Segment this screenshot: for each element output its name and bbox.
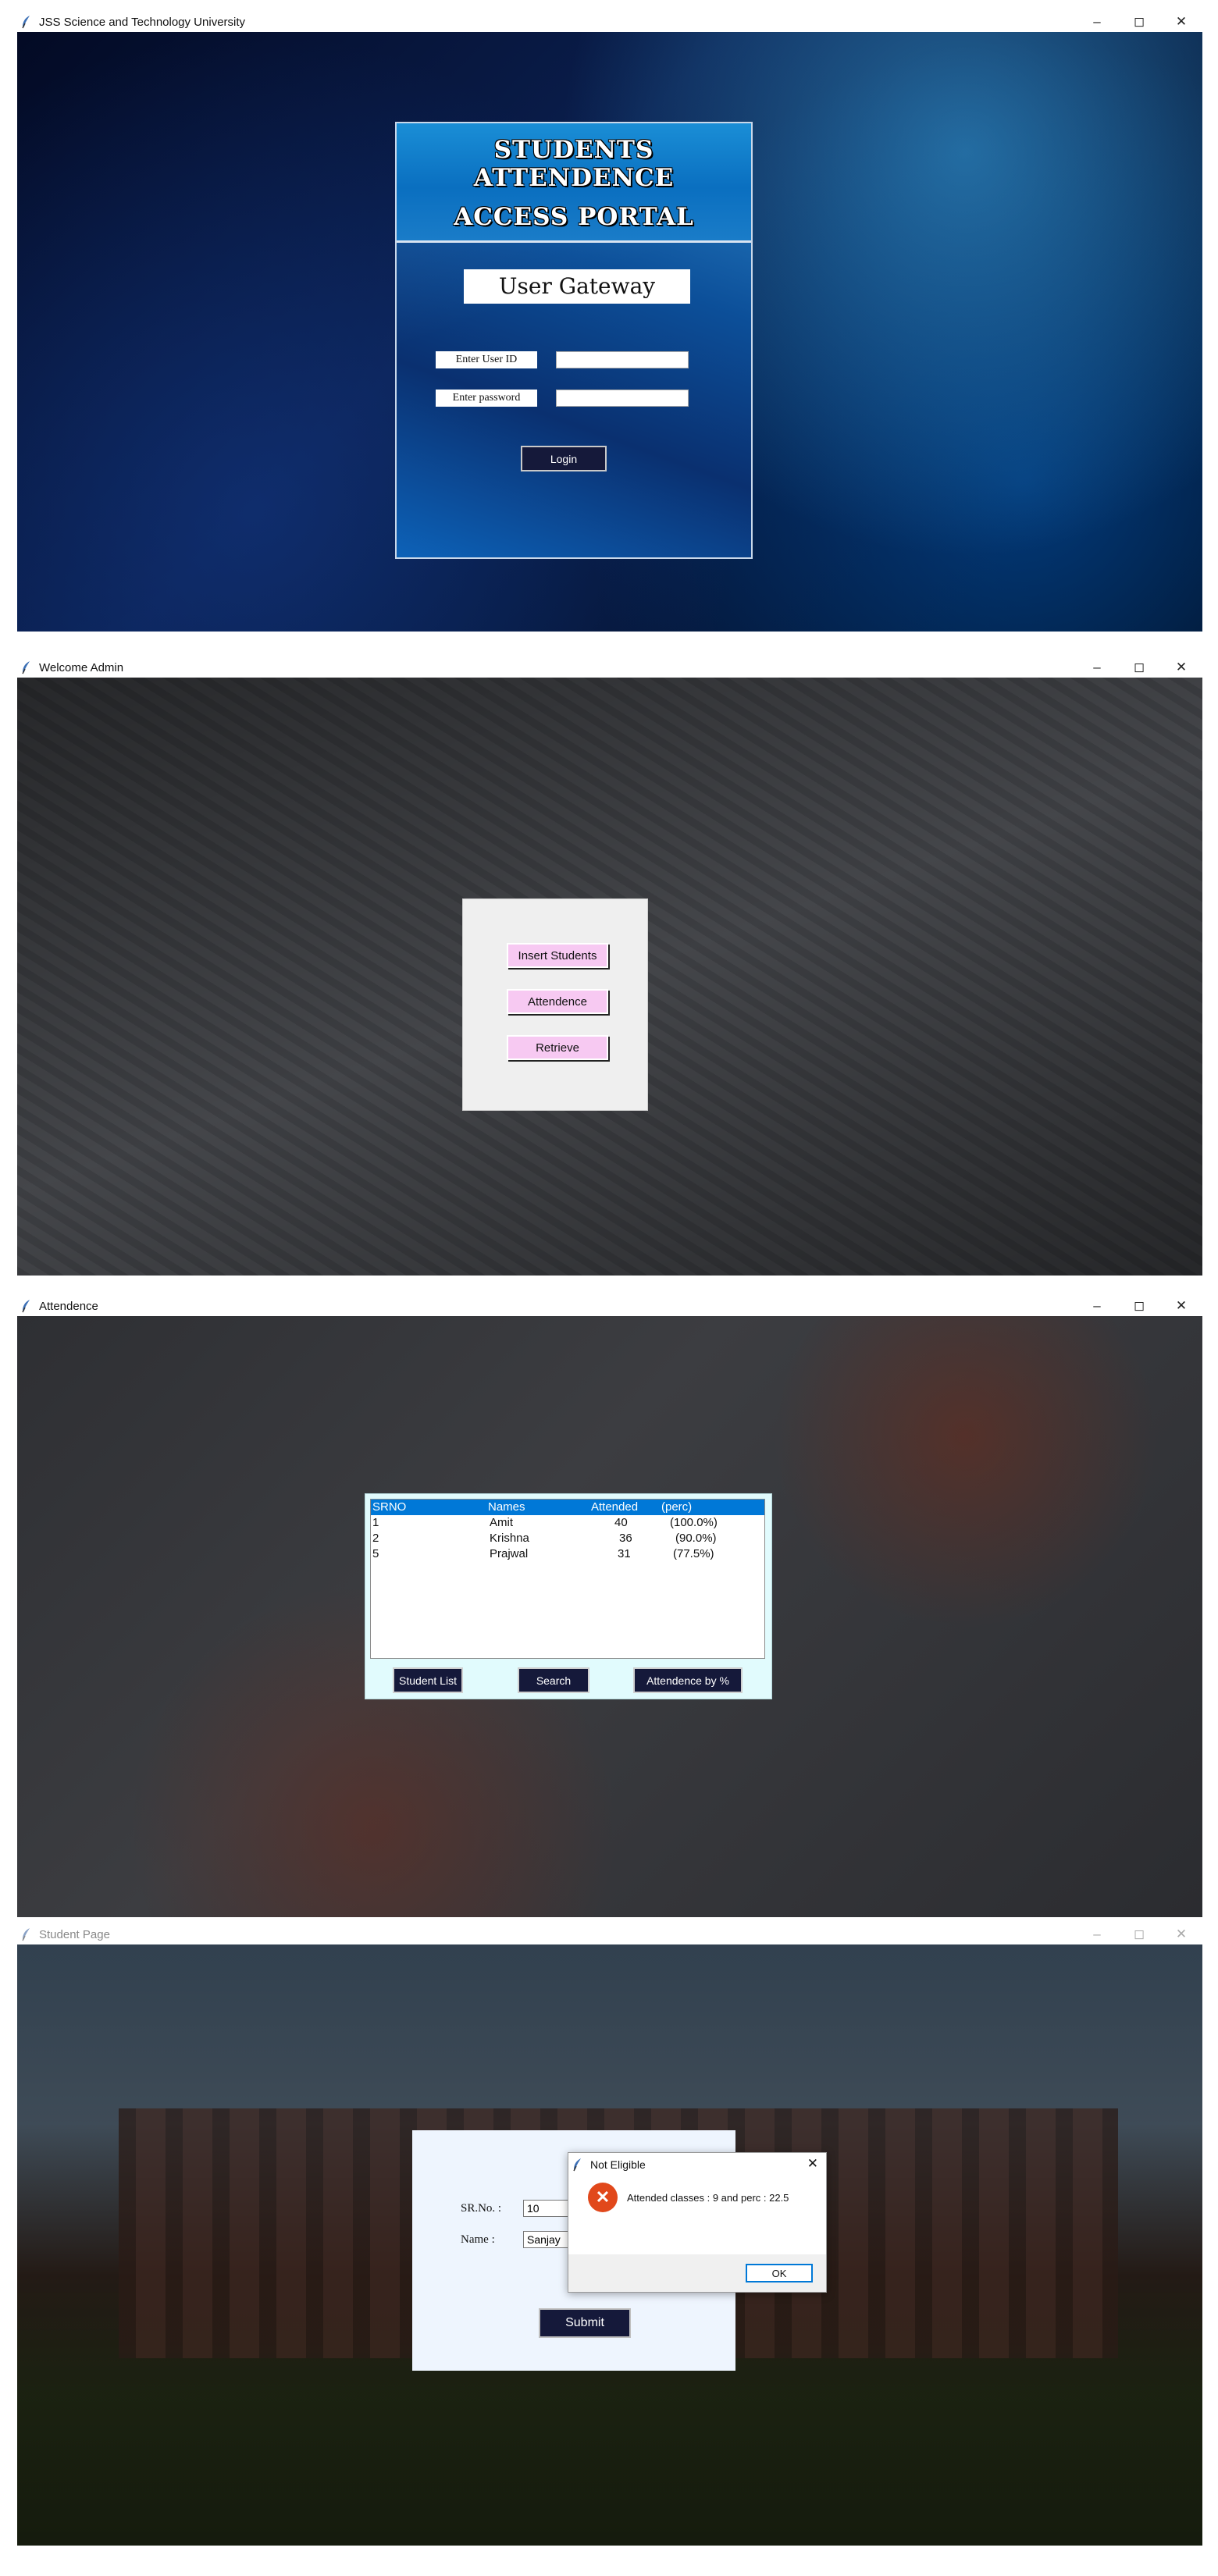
minimize-icon[interactable]: – bbox=[1076, 1927, 1118, 1942]
srno-label: SR.No. : bbox=[461, 2202, 502, 2215]
user-id-label: Enter User ID bbox=[436, 351, 537, 368]
row-srno: 1 bbox=[372, 1516, 379, 1529]
srno-input[interactable]: 10 bbox=[523, 2200, 570, 2217]
student-window: Student Page – ◻ ✕ SR.No. : 10 Name : Sa… bbox=[17, 1924, 1202, 2546]
feather-app-icon bbox=[22, 16, 30, 29]
feather-app-icon bbox=[573, 2158, 581, 2172]
admin-menu-panel: Insert Students Attendence Retrieve bbox=[462, 898, 648, 1111]
window-title: Attendence bbox=[39, 1299, 98, 1313]
feather-app-icon bbox=[22, 1928, 30, 1941]
close-icon[interactable]: ✕ bbox=[1160, 660, 1202, 675]
feather-app-icon bbox=[22, 661, 30, 674]
maximize-icon[interactable]: ◻ bbox=[1118, 1927, 1160, 1942]
close-icon[interactable]: ✕ bbox=[1160, 1298, 1202, 1314]
login-window: JSS Science and Technology University – … bbox=[17, 12, 1202, 632]
attendance-background: SRNO Names Attended (perc) 1 Amit 40 (10… bbox=[17, 1316, 1202, 1917]
name-input[interactable]: Sanjay bbox=[523, 2231, 570, 2248]
title-bar: Attendence – ◻ ✕ bbox=[17, 1296, 1202, 1316]
password-label: Enter password bbox=[436, 390, 537, 407]
row-srno: 5 bbox=[372, 1547, 379, 1560]
not-eligible-dialog: Not Eligible ✕ ✕ Attended classes : 9 an… bbox=[568, 2152, 827, 2293]
list-item[interactable]: 1 Amit 40 (100.0%) bbox=[371, 1515, 764, 1531]
attendance-listbox[interactable]: SRNO Names Attended (perc) 1 Amit 40 (10… bbox=[370, 1499, 765, 1659]
user-id-input[interactable] bbox=[556, 351, 689, 368]
dialog-title: Not Eligible bbox=[590, 2158, 646, 2171]
search-button[interactable]: Search bbox=[518, 1667, 589, 1693]
maximize-icon[interactable]: ◻ bbox=[1118, 14, 1160, 30]
login-background: STUDENTS ATTENDENCE ACCESS PORTAL User G… bbox=[17, 32, 1202, 632]
minimize-icon[interactable]: – bbox=[1076, 14, 1118, 30]
admin-window: Welcome Admin – ◻ ✕ Insert Students Atte… bbox=[17, 657, 1202, 1276]
student-list-button[interactable]: Student List bbox=[393, 1667, 463, 1693]
row-name: Prajwal bbox=[490, 1547, 529, 1560]
column-names: Names bbox=[488, 1500, 525, 1514]
dialog-message: Attended classes : 9 and perc : 22.5 bbox=[627, 2192, 789, 2204]
title-bar: Welcome Admin – ◻ ✕ bbox=[17, 657, 1202, 678]
window-title: Welcome Admin bbox=[39, 660, 124, 674]
row-name: Krishna bbox=[490, 1532, 529, 1545]
feather-app-icon bbox=[22, 1300, 30, 1313]
list-item[interactable]: 5 Prajwal 31 (77.5%) bbox=[371, 1546, 764, 1562]
campus-background: SR.No. : 10 Name : Sanjay Submit Not Eli… bbox=[17, 1944, 1202, 2546]
close-icon[interactable]: ✕ bbox=[807, 2156, 818, 2172]
row-perc: (77.5%) bbox=[673, 1547, 714, 1560]
row-srno: 2 bbox=[372, 1532, 379, 1545]
maximize-icon[interactable]: ◻ bbox=[1118, 660, 1160, 675]
window-title: JSS Science and Technology University bbox=[39, 15, 246, 29]
row-attended: 40 bbox=[614, 1516, 628, 1529]
portal-header: STUDENTS ATTENDENCE ACCESS PORTAL bbox=[397, 123, 751, 243]
attendance-window: Attendence – ◻ ✕ SRNO Names Attended (pe… bbox=[17, 1296, 1202, 1917]
column-perc: (perc) bbox=[661, 1500, 693, 1514]
close-icon[interactable]: ✕ bbox=[1160, 14, 1202, 30]
login-button[interactable]: Login bbox=[521, 446, 607, 471]
close-icon[interactable]: ✕ bbox=[1160, 1927, 1202, 1942]
minimize-icon[interactable]: – bbox=[1076, 660, 1118, 675]
insert-students-button[interactable]: Insert Students bbox=[507, 943, 608, 968]
minimize-icon[interactable]: – bbox=[1076, 1298, 1118, 1314]
name-label: Name : bbox=[461, 2233, 495, 2246]
user-gateway-title: User Gateway bbox=[464, 269, 690, 304]
row-attended: 36 bbox=[619, 1532, 632, 1545]
window-title: Student Page bbox=[39, 1927, 110, 1941]
retrieve-button[interactable]: Retrieve bbox=[507, 1035, 608, 1060]
title-bar: JSS Science and Technology University – … bbox=[17, 12, 1202, 32]
portal-title-line2: ACCESS PORTAL bbox=[454, 203, 694, 231]
attendence-button[interactable]: Attendence bbox=[507, 989, 608, 1014]
dialog-title-bar: Not Eligible ✕ bbox=[568, 2153, 826, 2176]
row-perc: (100.0%) bbox=[670, 1516, 718, 1529]
error-icon: ✕ bbox=[588, 2183, 618, 2212]
portal-title-line1: STUDENTS ATTENDENCE bbox=[473, 136, 675, 192]
row-perc: (90.0%) bbox=[675, 1532, 717, 1545]
row-attended: 31 bbox=[618, 1547, 631, 1560]
admin-background: Insert Students Attendence Retrieve bbox=[17, 678, 1202, 1276]
row-name: Amit bbox=[490, 1516, 513, 1529]
maximize-icon[interactable]: ◻ bbox=[1118, 1298, 1160, 1314]
list-header-row[interactable]: SRNO Names Attended (perc) bbox=[371, 1500, 764, 1515]
list-item[interactable]: 2 Krishna 36 (90.0%) bbox=[371, 1531, 764, 1546]
attendance-panel: SRNO Names Attended (perc) 1 Amit 40 (10… bbox=[365, 1493, 772, 1699]
login-panel: STUDENTS ATTENDENCE ACCESS PORTAL User G… bbox=[395, 122, 753, 559]
column-attended: Attended bbox=[591, 1500, 639, 1514]
column-srno: SRNO bbox=[372, 1500, 407, 1514]
attendence-by-percent-button[interactable]: Attendence by % bbox=[633, 1667, 743, 1693]
dialog-footer: OK bbox=[568, 2254, 826, 2292]
password-input[interactable] bbox=[556, 390, 689, 407]
ok-button[interactable]: OK bbox=[746, 2264, 813, 2282]
submit-button[interactable]: Submit bbox=[539, 2308, 631, 2338]
title-bar: Student Page – ◻ ✕ bbox=[17, 1924, 1202, 1944]
